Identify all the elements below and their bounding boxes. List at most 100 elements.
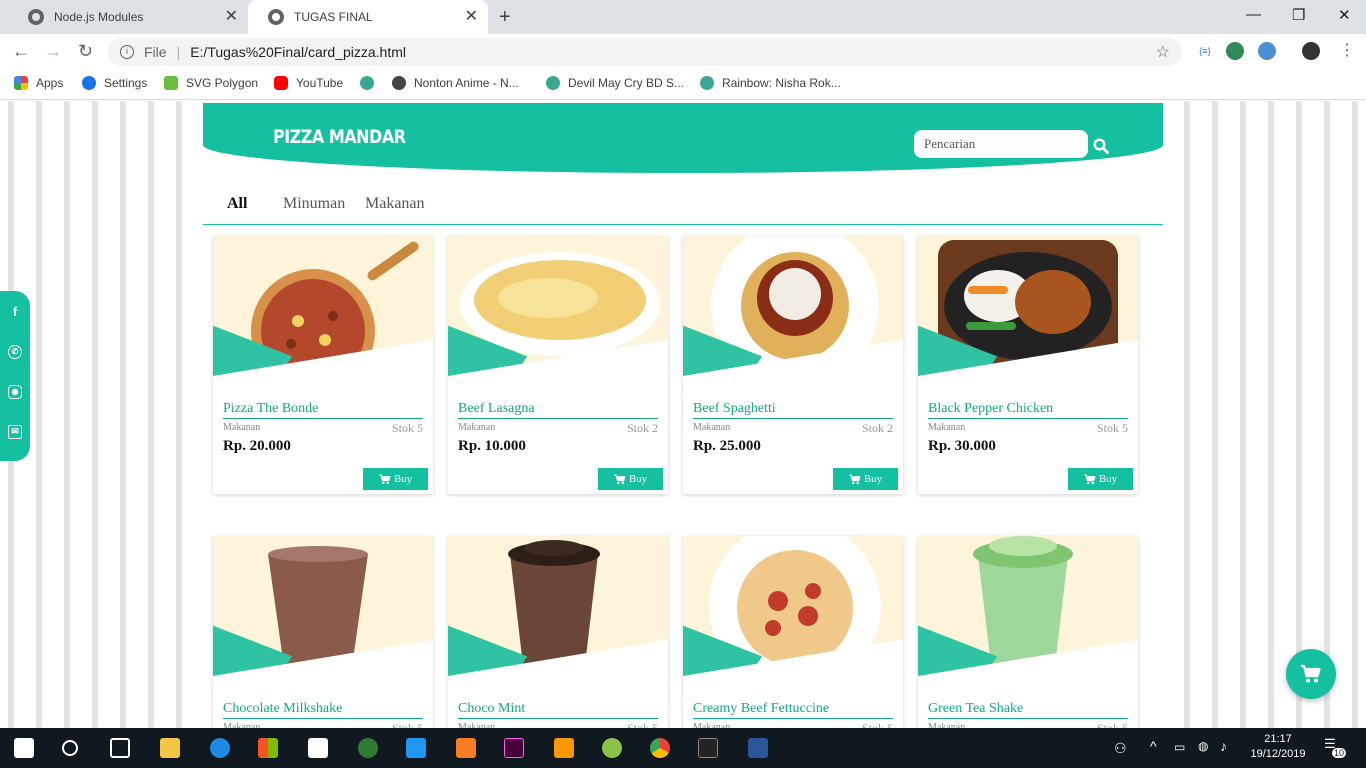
bookmark-label: YouTube [296,76,344,90]
people-icon[interactable]: ⚇ [1114,740,1127,757]
product-card[interactable]: Choco MintMakananStok 5Buy [448,536,668,728]
product-card[interactable]: Black Pepper Chicken Makanan Stok 5 Rp. 30.… [918,236,1138,494]
leaf-app-icon[interactable] [602,738,622,758]
restore-window-button[interactable]: ❐ [1292,6,1305,24]
product-photo [918,236,1138,376]
gear-icon [82,76,96,90]
chrome-icon[interactable] [650,738,670,758]
cart-icon [849,473,861,484]
buy-button[interactable]: Buy [833,468,898,490]
product-card[interactable]: Beef Lasagna Makanan Stok 2 Rp. 10.000 Buy [448,236,668,494]
terminal-icon[interactable] [698,738,718,758]
address-bar[interactable]: i File | E:/Tugas%20Final/card_pizza.htm… [108,38,1182,66]
search-taskbar-icon[interactable] [62,740,78,756]
product-photo [448,236,668,376]
clock[interactable]: 21:17 19/12/2019 [1246,732,1310,762]
buy-button[interactable]: Buy [598,468,663,490]
search-icon[interactable] [1093,138,1109,154]
product-card[interactable]: Creamy Beef FettuccineMakananStok 5Buy [683,536,903,728]
bookmark-bird[interactable] [360,76,382,90]
bookmark-devil-may-cry[interactable]: Devil May Cry BD S... [546,76,684,90]
product-stock: Stok 2 [861,421,893,435]
product-name[interactable]: Beef Lasagna [458,401,658,419]
json-extension-icon[interactable]: {≡} [1196,42,1214,60]
search-input[interactable] [914,130,1088,158]
page-viewport: PIZZA MANDAR All Minuman Makanan Pizza T… [0,101,1366,728]
tab-node-modules[interactable]: Node.js Modules ✕ [8,0,248,34]
word-icon[interactable] [748,738,768,758]
task-view-icon[interactable] [110,738,130,758]
tab-makanan[interactable]: Makanan [365,195,425,213]
buy-button[interactable]: Buy [1068,468,1133,490]
bookmark-rainbow[interactable]: Rainbow: Nisha Rok... [700,76,841,90]
whatsapp-icon[interactable]: ✆ [8,345,22,359]
volume-icon[interactable]: ♪ [1220,738,1227,754]
windows-start-icon[interactable] [14,738,34,758]
product-card[interactable]: Green Tea ShakeMakananStok 5Buy [918,536,1138,728]
forward-button[interactable]: → [44,42,62,60]
bookmark-nonton-anime[interactable]: Nonton Anime - N... [392,76,519,90]
bookmark-svg-polygon[interactable]: SVG Polygon [164,76,258,90]
adobe-xd-icon[interactable] [504,738,524,758]
network-icon[interactable]: ◍ [1198,739,1208,753]
product-stock: Stok 5 [1096,421,1128,435]
file-explorer-icon[interactable] [160,738,180,758]
product-name[interactable]: Choco Mint [458,701,658,719]
product-card[interactable]: Chocolate MilkshakeMakananStok 5Buy [213,536,433,728]
bookmarks-bar: Apps Settings SVG Polygon YouTube Nonton… [0,70,1366,100]
svg-polygon-icon [164,76,178,90]
close-window-button[interactable]: ✕ [1338,6,1351,24]
cart-button[interactable] [1286,649,1336,699]
mail-icon[interactable] [308,738,328,758]
bookmark-youtube[interactable]: YouTube [274,76,343,90]
instagram-icon[interactable]: ◉ [8,385,22,399]
minimize-window-button[interactable]: — [1246,6,1261,23]
product-name[interactable]: Chocolate Milkshake [223,701,423,719]
bookmark-label: Devil May Cry BD S... [568,76,685,90]
bookmark-apps[interactable]: Apps [14,76,63,90]
bookmark-settings[interactable]: Settings [82,76,147,90]
brand-logo[interactable]: PIZZA MANDAR [273,126,406,148]
product-name[interactable]: Green Tea Shake [928,701,1128,719]
product-card[interactable]: Beef Spaghetti Makanan Stok 2 Rp. 25.000 Buy [683,236,903,494]
buy-label: Buy [393,473,413,485]
edge-icon[interactable] [210,738,230,758]
store-icon[interactable] [258,738,278,758]
category-tabs: All Minuman Makanan [203,195,1163,225]
product-name[interactable]: Black Pepper Chicken [928,401,1128,419]
reload-button[interactable]: ↻ [78,42,93,60]
product-stock: Stok 5 [861,721,893,728]
close-tab-icon[interactable]: ✕ [465,9,478,25]
product-name[interactable]: Beef Spaghetti [693,401,893,419]
recycle-extension-icon[interactable] [1226,42,1244,60]
battery-icon[interactable]: ▭ [1174,740,1185,754]
social-sidebar: f ✆ ◉ ✉ [0,291,30,461]
email-icon[interactable]: ✉ [8,425,22,439]
sublime-icon[interactable] [554,738,574,758]
product-name[interactable]: Creamy Beef Fettuccine [693,701,893,719]
bookmark-star-icon[interactable]: ☆ [1156,42,1170,62]
xampp-icon[interactable] [456,738,476,758]
new-tab-button[interactable]: + [499,6,511,29]
buy-button[interactable]: Buy [363,468,428,490]
globe-icon [28,9,44,25]
close-tab-icon[interactable]: ✕ [225,9,238,25]
tab-minuman[interactable]: Minuman [283,195,345,213]
product-card[interactable]: Pizza The Bonde Makanan Stok 5 Rp. 20.000 Bu… [213,236,433,494]
product-price: Rp. 30.000 [928,438,996,454]
hs-app-icon[interactable] [358,738,378,758]
tab-strip: Node.js Modules ✕ TUGAS FINAL ✕ + — ❐ ✕ [0,0,1366,34]
profile-avatar[interactable] [1302,42,1320,60]
product-name[interactable]: Pizza The Bonde [223,401,423,419]
info-icon[interactable]: i [120,45,134,59]
vscode-icon[interactable] [406,738,426,758]
menu-kebab-icon[interactable]: ⋮ [1338,42,1356,60]
back-button[interactable]: ← [12,42,30,60]
color-extension-icon[interactable] [1258,42,1276,60]
facebook-icon[interactable]: f [8,305,22,319]
windows-taskbar: ⚇ ^ ▭ ◍ ♪ 21:17 19/12/2019 ☰ 10 [0,728,1366,768]
site-container: PIZZA MANDAR All Minuman Makanan Pizza T… [203,101,1163,728]
tab-tugas-final[interactable]: TUGAS FINAL ✕ [248,0,488,34]
chevron-up-icon[interactable]: ^ [1150,738,1157,754]
tab-all[interactable]: All [227,195,256,213]
